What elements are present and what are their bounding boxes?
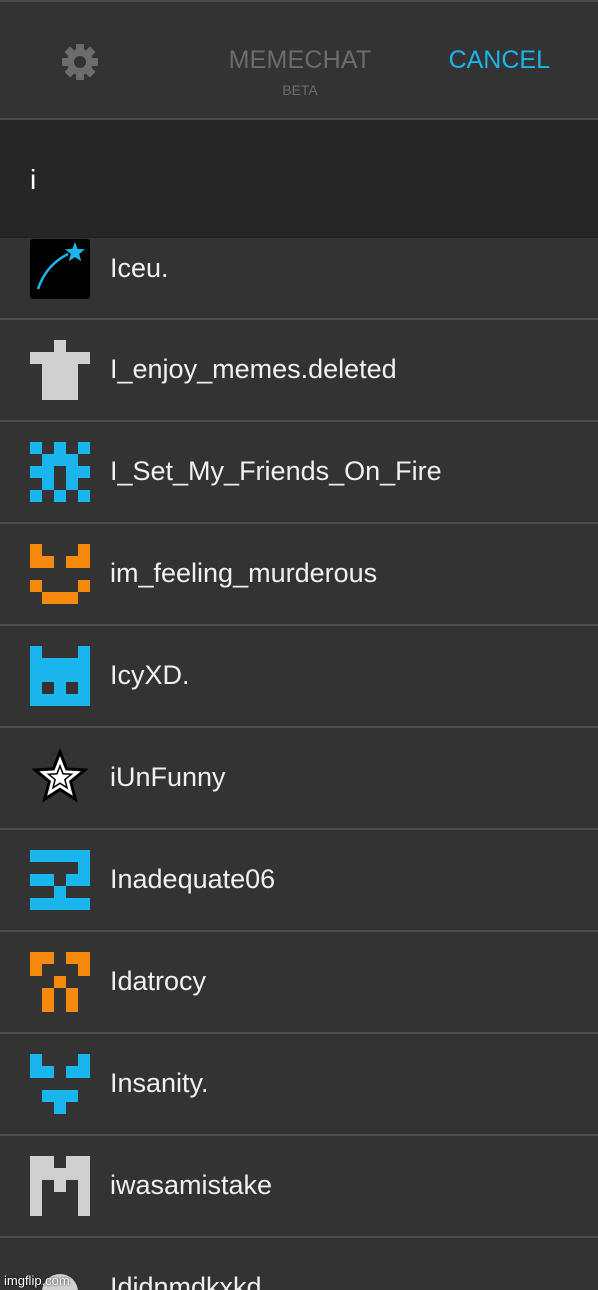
top-bar: MEMECHAT BETA CANCEL (0, 0, 598, 120)
list-item[interactable]: I_Set_My_Friends_On_Fire (0, 422, 598, 524)
blue-pixel-fox-icon (30, 1054, 90, 1114)
blue-pixel-pattern-icon (30, 442, 90, 502)
username: I_enjoy_memes.deleted (110, 354, 397, 384)
username: Insanity. (110, 1068, 209, 1098)
list-item[interactable]: I_enjoy_memes.deleted (0, 320, 598, 422)
username: Ididnmdkxkd (110, 1272, 262, 1290)
username: IcyXD. (110, 660, 190, 690)
username: Iceu. (110, 253, 169, 283)
watermark: imgflip.com (4, 1273, 70, 1288)
app-subtitle: BETA (282, 82, 318, 98)
orange-pixel-pattern-icon (30, 952, 90, 1012)
username: iUnFunny (110, 762, 226, 792)
list-item[interactable]: Iceu. (0, 238, 598, 320)
blue-pixel-cat-icon (30, 646, 90, 706)
blue-pixel-glyph-icon (30, 850, 90, 910)
list-item[interactable]: iUnFunny (0, 728, 598, 830)
username: I_Set_My_Friends_On_Fire (110, 456, 442, 486)
gear-icon[interactable] (60, 42, 100, 82)
list-item[interactable]: Idatrocy (0, 932, 598, 1034)
orange-pixel-face-icon (30, 544, 90, 604)
username: iwasamistake (110, 1170, 273, 1200)
username: im_feeling_murderous (110, 558, 378, 588)
username: Inadequate06 (110, 864, 276, 894)
list-item[interactable]: Ididnmdkxkd (0, 1238, 598, 1290)
list-item[interactable]: Inadequate06 (0, 830, 598, 932)
list-item[interactable]: Insanity. (0, 1034, 598, 1136)
list-item[interactable]: IcyXD. (0, 626, 598, 728)
search-bar (0, 120, 598, 238)
cancel-button[interactable]: CANCEL (449, 46, 550, 75)
app-title: MEMECHAT (228, 46, 372, 74)
star-outline-icon (31, 748, 89, 803)
shooting-star-icon (30, 239, 90, 299)
list-item[interactable]: im_feeling_murderous (0, 524, 598, 626)
list-item[interactable]: iwasamistake (0, 1136, 598, 1238)
search-input[interactable] (28, 156, 572, 204)
user-list: Iceu. I_enjoy_memes.deleted I_Set_My_Fri… (0, 238, 598, 1290)
username: Idatrocy (110, 966, 207, 996)
gray-pixel-m-icon (30, 1156, 90, 1216)
gray-pixel-figure-icon (30, 340, 90, 400)
